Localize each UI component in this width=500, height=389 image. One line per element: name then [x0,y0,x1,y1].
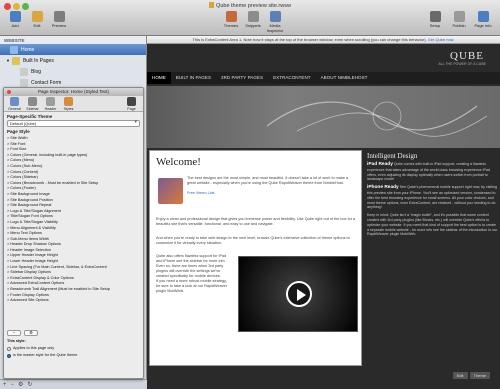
sidebar-item-home[interactable]: Home [0,44,146,55]
get-qube-link[interactable]: Get Qube now. [428,37,455,42]
video-player[interactable] [238,256,358,332]
gear-icon [429,11,441,22]
site-slogan: ALL THE POWER OF A CUBE [438,62,486,66]
page-inspector-panel: Page Inspector: Home (Styled Text) Gener… [3,87,144,379]
intro-paragraph: The best designs are the most simple, an… [187,176,349,195]
vimeo-link[interactable]: Free Vimeo Link [187,191,215,195]
content-paragraph-5: If you need a more robust mobile strateg… [156,279,228,293]
preview-button[interactable]: Preview [46,11,72,28]
rapidweaver-feather-icon [158,178,183,204]
themes-icon [225,11,237,22]
tab-general[interactable]: General [6,97,23,111]
globe-icon [453,11,465,22]
gear-icon[interactable]: ⚙ [18,381,23,388]
remove-style-button[interactable]: − [7,330,21,336]
page-style-label: Page Style [7,129,30,134]
inspector-title-bar: Page Inspector: Home (Styled Text) [4,88,143,96]
page-icon [127,97,136,106]
this-style-section: This style: Applies to this page only is… [7,338,141,359]
info-icon [477,11,489,22]
site-footer-buttons: Edit Theme [452,372,490,379]
nav-built-in-pages[interactable]: BUILT IN PAGES [171,72,216,84]
sidebar-heading: WEBSITE [0,36,146,44]
window-toolbar: Qube theme preview site.rwsw Add Edit Pr… [0,0,500,36]
sidebar-footer: + − ⚙ ↻ [0,379,147,389]
this-style-label: This style: [7,339,26,343]
preview-area: This is ExtraContent Area 1. Note how it… [147,36,500,389]
applies-this-page-radio[interactable]: Applies to this page only [7,345,141,352]
theme-site-button[interactable]: Theme [469,372,490,379]
disclosure-triangle-icon[interactable]: ▼ [6,58,10,63]
close-inspector-button[interactable] [7,90,11,94]
theme-select[interactable]: Default (Qube) [7,120,140,127]
refresh-icon[interactable]: ↻ [27,381,32,388]
header-banner-image [147,86,500,148]
sidebar-item-built-in-pages[interactable]: ▼ Built In Pages [0,55,146,66]
play-icon[interactable] [286,281,312,307]
website-preview: QUBE ALL THE POWER OF A CUBE HOME BUILT … [147,44,500,389]
setup-button[interactable]: Setup [422,11,448,28]
style-list: > Site Width > Site Font > Font Size > Colo… [7,136,140,304]
tab-styles[interactable]: Styles [60,97,77,111]
tab-sidebar[interactable]: Sidebar [24,97,41,111]
keep-in-mind-paragraph: Keep in mind: Qube isn't a "magic bullet… [367,213,498,237]
folder-icon [11,56,20,65]
radio-selected-icon [7,353,11,358]
sidebar-item-blog[interactable]: Blog [0,66,146,77]
publish-button[interactable]: Publish [446,11,472,28]
main-content: Welcome! The best designs are the most s… [149,150,362,366]
extracontent-bar: This is ExtraContent Area 1. Note how it… [147,36,500,44]
page-icon [20,78,28,87]
page-specific-theme-label: Page-Specific Theme [7,114,53,119]
style-actions: − ⚙ [7,330,38,336]
content-paragraph-3: And when you're ready to take web design… [156,236,350,245]
content-paragraph-4: Qube also offers flawless support for iP… [156,254,227,278]
header-icon [46,97,55,106]
site-title: QUBE [450,50,484,62]
styles-icon [64,97,73,106]
master-style-radio[interactable]: is the master style for the Qube theme [7,352,141,359]
site-sidebar: Intelligent Design iPad Ready Qube comes… [365,150,500,366]
content-paragraph-2: Enjoy a clean and professional design th… [156,217,356,226]
page-icon [10,45,18,54]
window-title: Qube theme preview site.rwsw [0,2,500,9]
page-info-button[interactable]: Page Info [470,11,496,28]
welcome-heading: Welcome! [156,156,201,168]
radio-icon [7,346,11,351]
inspector-tabs: General Sidebar Header Styles Page [4,96,143,112]
ipad-paragraph: iPad Ready Qube comes with built-in iPad… [367,162,490,182]
sidebar-icon [28,97,37,106]
style-options-button[interactable]: ⚙ [24,330,38,336]
swirl-decoration-icon [266,101,488,137]
add-icon[interactable]: + [3,382,7,388]
style-row[interactable]: > Advanced Site Options [7,298,140,304]
sidebar-title: Intelligent Design [367,152,418,160]
edit-site-button[interactable]: Edit [452,372,468,379]
page-icon [20,67,28,76]
nav-home[interactable]: HOME [147,72,171,84]
add-page-icon [9,11,21,22]
eye-icon [53,11,65,22]
general-icon [10,97,19,106]
media-icon [269,11,281,22]
snippets-icon [247,11,259,22]
media-inspector-button[interactable]: Media Inspector [262,11,288,33]
nav-extracontent[interactable]: EXTRACONTENT [268,72,316,84]
site-nav: HOME BUILT IN PAGES 3RD PARTY PAGES EXTR… [147,72,500,84]
tab-header[interactable]: Header [42,97,59,111]
iphone-paragraph: iPhone Ready See Qube's phenomenal mobil… [367,185,497,210]
pencil-icon [31,11,43,22]
tab-page[interactable]: Page [123,97,140,111]
nav-about[interactable]: ABOUT NIMBLEHOST [316,72,373,84]
site-header: QUBE ALL THE POWER OF A CUBE [147,44,500,72]
remove-icon[interactable]: − [11,382,15,388]
nav-3rd-party-pages[interactable]: 3RD PARTY PAGES [216,72,268,84]
document-icon [209,2,215,8]
